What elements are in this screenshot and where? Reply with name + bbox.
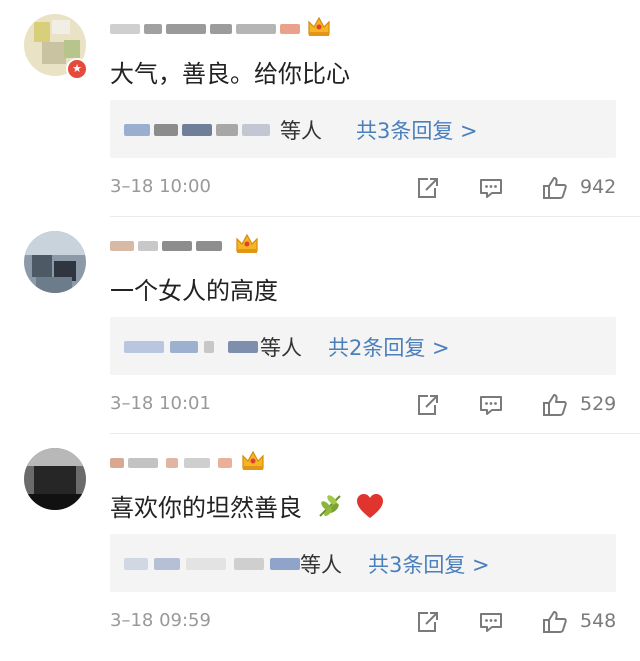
comment-item: ★ 大气，善良。给你比心 等人 共3条回复 > 3–18 10:00 942 <box>0 0 640 217</box>
replier-names-blurred <box>124 120 274 140</box>
comment-text: 大气，善良。给你比心 <box>110 60 350 88</box>
timestamp: 3–18 10:01 <box>110 393 211 414</box>
crown-icon <box>234 231 260 255</box>
username-blurred[interactable] <box>110 18 320 40</box>
avatar[interactable] <box>24 231 86 293</box>
timestamp: 3–18 10:00 <box>110 176 211 197</box>
thumbs-up-icon[interactable] <box>542 393 568 417</box>
crown-icon <box>306 14 332 38</box>
username-blurred[interactable] <box>110 235 320 257</box>
avatar[interactable] <box>24 448 86 510</box>
comment-footer: 3–18 09:59 548 <box>110 610 622 634</box>
like-count: 529 <box>580 393 617 415</box>
username-blurred[interactable] <box>110 452 320 474</box>
replier-names-blurred <box>124 554 304 574</box>
comment-icon[interactable] <box>478 176 504 200</box>
reply-summary[interactable]: 等人 共3条回复 > <box>110 100 616 158</box>
comment-text-content: 喜欢你的坦然善良 <box>110 494 302 522</box>
comment-footer: 3–18 10:00 942 <box>110 176 622 200</box>
reply-suffix: 等人 <box>300 553 342 577</box>
thumbs-up-icon[interactable] <box>542 610 568 634</box>
reply-summary[interactable]: 等人 共3条回复 > <box>110 534 616 592</box>
share-icon[interactable] <box>414 610 440 634</box>
comment-item: 喜欢你的坦然善良 等人 共3条回复 > 3–18 09:59 548 <box>0 434 640 651</box>
comment-item: 一个女人的高度 等人 共2条回复 > 3–18 10:01 529 <box>0 217 640 434</box>
reply-suffix: 等人 <box>280 119 322 143</box>
crown-icon <box>240 448 266 472</box>
like-count: 942 <box>580 176 617 198</box>
comment-text: 一个女人的高度 <box>110 277 278 305</box>
comment-footer: 3–18 10:01 529 <box>110 393 622 417</box>
view-replies-link[interactable]: 共3条回复 > <box>356 115 478 145</box>
comment-text: 喜欢你的坦然善良 <box>110 488 385 523</box>
thumbs-up-icon[interactable] <box>542 176 568 200</box>
comment-icon[interactable] <box>478 610 504 634</box>
share-icon[interactable] <box>414 176 440 200</box>
reply-suffix: 等人 <box>260 336 302 360</box>
view-replies-link[interactable]: 共2条回复 > <box>328 332 450 362</box>
leaf-emoji-icon <box>316 492 344 520</box>
comment-icon[interactable] <box>478 393 504 417</box>
view-replies-link[interactable]: 共3条回复 > <box>368 549 490 579</box>
like-count: 548 <box>580 610 617 632</box>
replier-names-blurred <box>124 337 264 357</box>
heart-emoji-icon <box>355 492 385 520</box>
share-icon[interactable] <box>414 393 440 417</box>
vip-badge-icon: ★ <box>66 58 88 80</box>
reply-summary[interactable]: 等人 共2条回复 > <box>110 317 616 375</box>
timestamp: 3–18 09:59 <box>110 610 211 631</box>
